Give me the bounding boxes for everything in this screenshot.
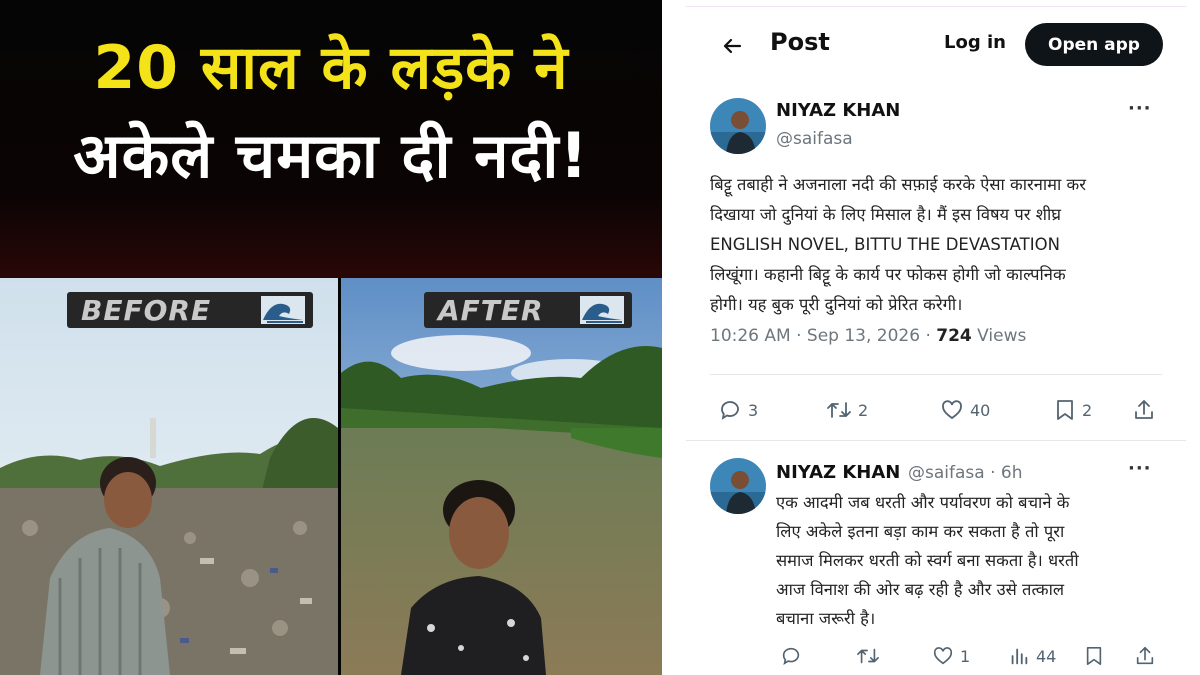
reply-count: 3 [748, 400, 759, 420]
views-count: 724 [936, 326, 972, 346]
tweet-text-line: बिट्टू तबाही ने अजनाला नदी की सफ़ाई करके… [710, 175, 1086, 194]
author-handle[interactable]: @saifasa [776, 129, 853, 149]
reply-reply-button[interactable] [780, 645, 808, 667]
author-name[interactable]: NIYAZ KHAN [776, 100, 900, 121]
back-button[interactable] [720, 34, 744, 58]
reply-like-button[interactable]: 1 [932, 645, 970, 667]
repost-icon [827, 402, 851, 418]
reply-text-line: बचाना जरूरी है। [776, 609, 876, 628]
reply-author-handle[interactable]: @saifasa · 6h [908, 463, 1022, 483]
reply-text: एक आदमी जब धरती और पर्यावरण को बचाने के … [776, 488, 1166, 633]
share-button[interactable] [1132, 398, 1162, 422]
avatar-image [710, 458, 766, 514]
before-label: BEFORE [81, 293, 212, 327]
avatar[interactable] [710, 98, 766, 154]
repost-button[interactable]: 2 [826, 398, 868, 422]
reply-text-line: समाज मिलकर धरती को स्वर्ग बना सकता है। ध… [776, 551, 1079, 570]
reply-button[interactable]: 3 [718, 398, 758, 422]
after-scene-illustration [341, 278, 662, 675]
bookmark-count: 2 [1082, 400, 1093, 420]
reply-author-name[interactable]: NIYAZ KHAN [776, 462, 900, 483]
like-count: 40 [970, 400, 991, 420]
share-icon [1136, 646, 1154, 665]
reply-bookmark-button[interactable] [1084, 645, 1110, 667]
page-title: Post [770, 28, 830, 56]
repost-icon [857, 648, 879, 664]
before-photo: BEFORE [0, 278, 338, 675]
reply-views-count: 44 [1036, 646, 1057, 666]
top-divider [686, 6, 1186, 7]
bookmark-button[interactable]: 2 [1054, 398, 1092, 422]
tweet-text-line: होगी। यह बुक पूरी दुनियां को प्रेरित करे… [710, 295, 963, 314]
avatar-image [710, 98, 766, 154]
wave-icon [580, 296, 624, 324]
after-badge: AFTER [424, 292, 632, 328]
repost-count: 2 [858, 400, 869, 420]
reply-icon [782, 647, 800, 666]
more-icon[interactable]: ··· [1128, 98, 1152, 119]
tweet-meta: 10:26 AM · Sep 13, 2026 · 724 Views [710, 326, 1026, 346]
reply-icon [721, 401, 739, 420]
tweet-text: बिट्टू तबाही ने अजनाला नदी की सफ़ाई करके… [710, 170, 1170, 320]
login-link[interactable]: Log in [944, 32, 1006, 53]
open-app-button[interactable]: Open app [1025, 23, 1163, 66]
share-icon [1135, 400, 1153, 419]
more-icon[interactable]: ··· [1128, 458, 1152, 479]
before-badge: BEFORE [67, 292, 313, 328]
reply-text-line: एक आदमी जब धरती और पर्यावरण को बचाने के [776, 493, 1070, 512]
tweet-text-line: ENGLISH NOVEL, BITTU THE DEVASTATION [710, 235, 1060, 254]
video-thumbnail[interactable]: 20 साल के लड़के ने अकेले चमका दी नदी! BE… [0, 0, 662, 675]
views-icon [1011, 648, 1028, 665]
like-icon [942, 400, 962, 420]
reply-views-button[interactable]: 44 [1008, 645, 1056, 667]
reply-text-line: लिए अकेले इतना बड़ा काम कर सकता है तो पू… [776, 522, 1065, 541]
reply-avatar[interactable] [710, 458, 766, 514]
post-view: Post Log in Open app NIYAZ KHAN @saifasa… [686, 0, 1186, 675]
like-button[interactable]: 40 [940, 398, 990, 422]
like-icon [933, 647, 953, 665]
reply-text-line: आज विनाश की ओर बढ़ रही है और उसे तत्काल [776, 580, 1065, 599]
reply-share-button[interactable] [1134, 645, 1162, 667]
views-label: Views [971, 326, 1027, 346]
after-label: AFTER [438, 293, 544, 327]
headline-line-1: 20 साल के लड़के ने [93, 33, 569, 103]
reply-repost-button[interactable] [856, 645, 886, 667]
headline-line-2: अकेले चमका दी नदी! [73, 119, 589, 192]
before-scene-illustration [0, 278, 338, 675]
divider [710, 374, 1162, 375]
after-photo: AFTER [341, 278, 662, 675]
tweet-text-line: दिखाया जो दुनियां के लिए मिसाल है। मैं इ… [710, 205, 1061, 224]
bookmark-icon [1057, 400, 1073, 420]
tweet-text-line: लिखूंगा। कहानी बिट्टू के कार्य पर फोकस ह… [710, 265, 1066, 284]
timestamp[interactable]: 10:26 AM · Sep 13, 2026 · [710, 326, 936, 346]
reply-like-count: 1 [960, 646, 971, 666]
thumbnail-header: 20 साल के लड़के ने अकेले चमका दी नदी! [0, 0, 662, 278]
bookmark-icon [1086, 647, 1102, 666]
divider [686, 440, 1186, 441]
wave-icon [261, 296, 305, 324]
back-arrow-icon [723, 38, 742, 54]
